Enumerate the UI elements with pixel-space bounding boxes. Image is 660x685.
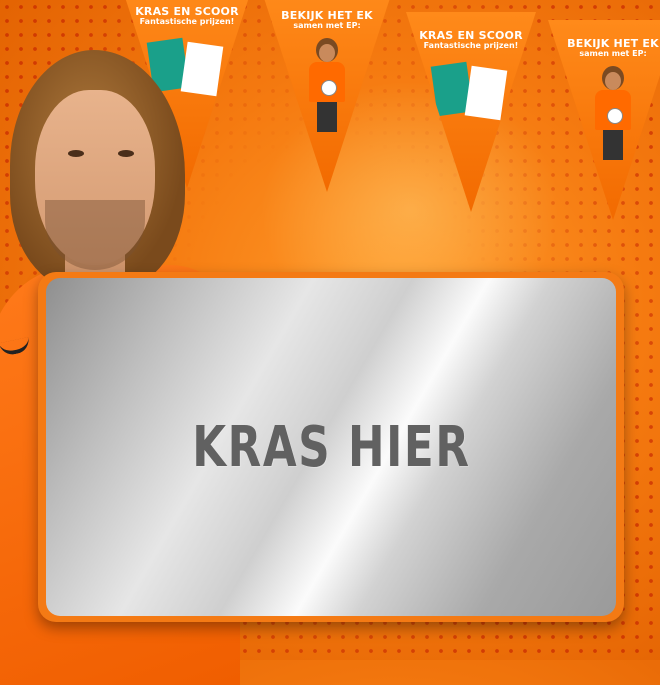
pennant-line2: Fantastische prijzen! bbox=[423, 40, 519, 50]
pennant-line1: Bekijk het EK bbox=[281, 9, 373, 22]
pennant-line1: Kras en scoor bbox=[135, 5, 239, 18]
right-eye bbox=[118, 150, 134, 157]
scratch-area[interactable]: KRAS HIER bbox=[46, 278, 616, 616]
player-illustration bbox=[593, 72, 633, 172]
left-eye bbox=[68, 150, 84, 157]
scratch-card-illustration bbox=[430, 61, 508, 124]
pennant-line2: Fantastische prijzen! bbox=[139, 16, 235, 26]
pennant-line1: Kras en scoor bbox=[419, 29, 523, 42]
scratch-label: KRAS HIER bbox=[191, 414, 471, 480]
pennant-line1: Bekijk het EK bbox=[567, 37, 659, 50]
player-illustration bbox=[307, 44, 347, 144]
pennant-line2: samen met EP: bbox=[293, 20, 361, 30]
pennant-line2: samen met EP: bbox=[579, 48, 647, 58]
